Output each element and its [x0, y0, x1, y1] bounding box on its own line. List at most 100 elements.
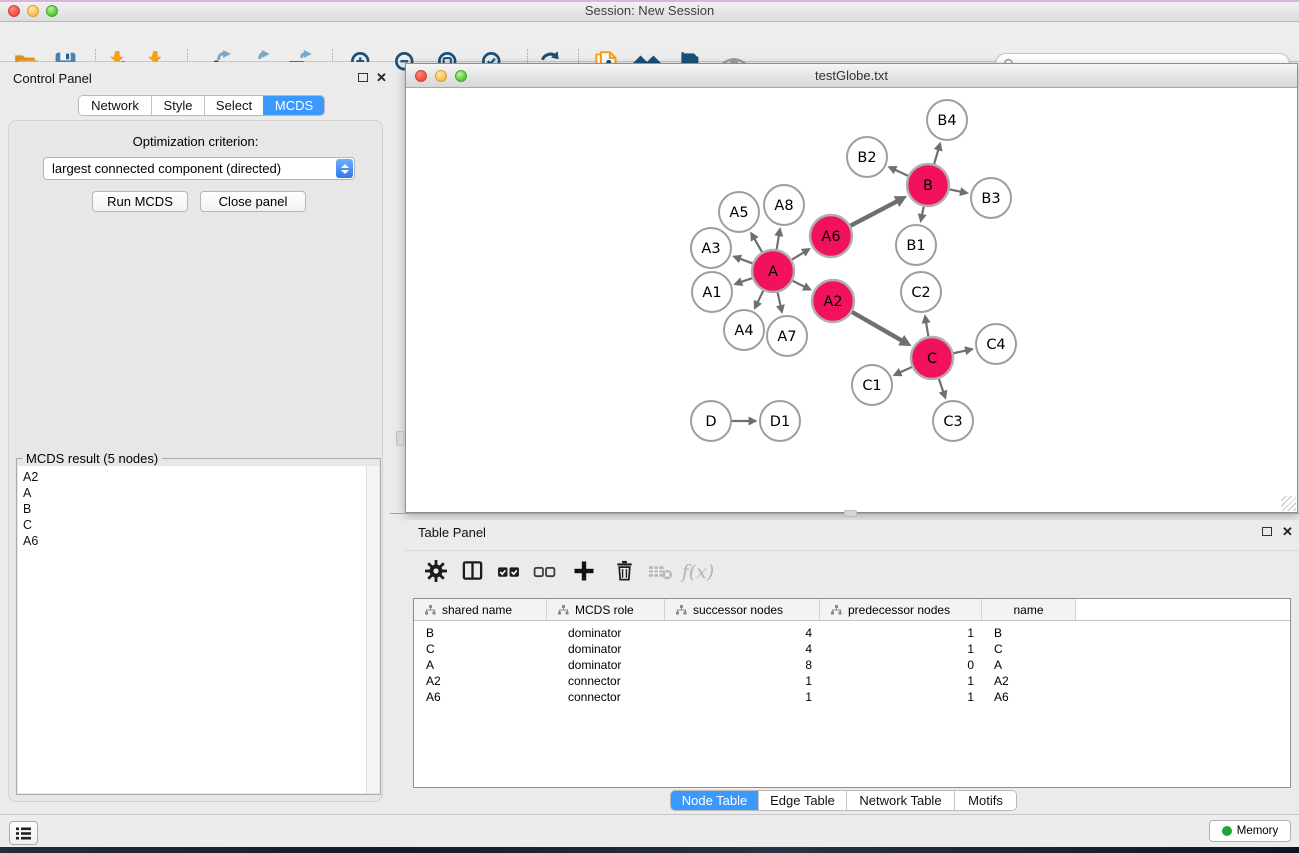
column-header-successor-nodes[interactable]: successor nodes — [665, 599, 820, 620]
edge-A-A1[interactable] — [741, 278, 753, 282]
node-C3[interactable]: C3 — [933, 401, 973, 441]
result-item-c[interactable]: C — [18, 517, 379, 533]
table-row[interactable]: A2connector11A2 — [414, 673, 1290, 689]
close-panel-button[interactable]: Close panel — [200, 191, 306, 212]
node-A3[interactable]: A3 — [691, 228, 731, 268]
table-row[interactable]: Cdominator41C — [414, 641, 1290, 657]
edge-A-A4[interactable] — [758, 290, 764, 302]
minimize-window-button[interactable] — [27, 5, 39, 17]
table-row[interactable]: Adominator80A — [414, 657, 1290, 673]
node-A5[interactable]: A5 — [719, 192, 759, 232]
node-A4[interactable]: A4 — [724, 310, 764, 350]
node-B4[interactable]: B4 — [927, 100, 967, 140]
node-A1[interactable]: A1 — [692, 272, 732, 312]
node-C2[interactable]: C2 — [901, 272, 941, 312]
node-A[interactable]: A — [752, 250, 794, 292]
tab-edge-table[interactable]: Edge Table — [758, 791, 846, 810]
edge-C-C3[interactable] — [939, 378, 944, 392]
column-panel-button[interactable] — [459, 559, 485, 585]
table-toolbar: f(x) — [405, 550, 1299, 592]
node-B[interactable]: B — [907, 164, 949, 206]
edge-A6-B[interactable] — [850, 201, 897, 226]
mcds-result-list[interactable]: A2ABCA6 — [18, 466, 379, 793]
node-table[interactable]: shared nameMCDS rolesuccessor nodesprede… — [413, 598, 1291, 788]
node-B2[interactable]: B2 — [847, 137, 887, 177]
node-C[interactable]: C — [911, 337, 953, 379]
tab-network[interactable]: Network — [79, 96, 151, 115]
vertical-divider-handle[interactable] — [396, 431, 404, 446]
tab-network-table[interactable]: Network Table — [846, 791, 954, 810]
node-A8[interactable]: A8 — [764, 185, 804, 225]
optimization-criterion-select[interactable]: largest connected component (directed) — [43, 157, 355, 180]
add-column-button[interactable] — [571, 559, 597, 585]
table-row[interactable]: A6connector11A6 — [414, 689, 1290, 705]
column-header-MCDS-role[interactable]: MCDS role — [547, 599, 665, 620]
tab-mcds[interactable]: MCDS — [263, 96, 324, 115]
control-panel-float-button[interactable] — [358, 73, 368, 82]
node-B1[interactable]: B1 — [896, 225, 936, 265]
node-label-B3: B3 — [981, 191, 1000, 207]
tab-select[interactable]: Select — [204, 96, 263, 115]
node-label-A7: A7 — [777, 329, 796, 345]
node-B3[interactable]: B3 — [971, 178, 1011, 218]
delete-table-button[interactable] — [647, 559, 673, 585]
node-C4[interactable]: C4 — [976, 324, 1016, 364]
network-close-button[interactable] — [415, 70, 427, 82]
result-item-a2[interactable]: A2 — [18, 469, 379, 485]
edge-C-C1[interactable] — [900, 367, 913, 373]
edge-A-A6[interactable] — [791, 253, 804, 261]
tab-node-table[interactable]: Node Table — [671, 791, 758, 810]
edge-A2-C[interactable] — [851, 312, 902, 341]
edge-A-A3[interactable] — [740, 259, 753, 264]
column-header-name[interactable]: name — [982, 599, 1076, 620]
select-all-button[interactable] — [495, 559, 521, 585]
result-item-a[interactable]: A — [18, 485, 379, 501]
cell-successor-nodes: 4 — [665, 626, 820, 640]
tab-motifs[interactable]: Motifs — [954, 791, 1016, 810]
column-header-shared-name[interactable]: shared name — [414, 599, 547, 620]
result-list-scrollbar[interactable] — [366, 466, 379, 793]
horizontal-divider-handle[interactable] — [844, 510, 857, 517]
apply-function-button[interactable]: f(x) — [681, 559, 715, 585]
edge-A-A2[interactable] — [792, 280, 805, 286]
result-item-b[interactable]: B — [18, 501, 379, 517]
result-item-a6[interactable]: A6 — [18, 533, 379, 549]
edge-C-C4[interactable] — [953, 351, 966, 354]
edge-B-B4[interactable] — [934, 150, 938, 165]
deselect-all-button[interactable] — [531, 559, 557, 585]
table-row[interactable]: Bdominator41B — [414, 625, 1290, 641]
node-C1[interactable]: C1 — [852, 365, 892, 405]
node-D[interactable]: D — [691, 401, 731, 441]
run-mcds-button[interactable]: Run MCDS — [92, 191, 188, 212]
network-window-titlebar[interactable]: testGlobe.txt — [406, 64, 1297, 88]
edge-A-A7[interactable] — [777, 292, 780, 306]
edge-B-B3[interactable] — [949, 189, 961, 192]
network-maximize-button[interactable] — [455, 70, 467, 82]
table-panel-close-button[interactable]: ✕ — [1282, 527, 1293, 537]
network-canvas[interactable]: A A1 A2 A3 A4 A5 A6 A7 A8 B B1 B2 B3 B4 C C1 C2 C3C4 D D1 — [406, 88, 1297, 512]
edge-B-B2[interactable] — [895, 170, 909, 176]
table-panel-float-button[interactable] — [1262, 527, 1272, 536]
maximize-window-button[interactable] — [46, 5, 58, 17]
edge-B-B1[interactable] — [922, 206, 924, 215]
node-A7[interactable]: A7 — [767, 316, 807, 356]
edge-A-A8[interactable] — [777, 236, 779, 251]
table-settings-button[interactable] — [423, 559, 449, 585]
edge-C-C2[interactable] — [926, 323, 928, 338]
task-history-button[interactable] — [9, 821, 38, 845]
network-minimize-button[interactable] — [435, 70, 447, 82]
edge-A-A5[interactable] — [755, 239, 763, 253]
cell-predecessor-nodes: 1 — [820, 626, 982, 640]
close-window-button[interactable] — [8, 5, 20, 17]
node-A6[interactable]: A6 — [810, 215, 852, 257]
window-resize-grip[interactable] — [1281, 496, 1296, 511]
memory-button[interactable]: Memory — [1209, 820, 1291, 842]
network-window-title: testGlobe.txt — [406, 64, 1297, 87]
column-header-predecessor-nodes[interactable]: predecessor nodes — [820, 599, 982, 620]
delete-column-button[interactable] — [611, 559, 637, 585]
tab-style[interactable]: Style — [151, 96, 204, 115]
control-panel-close-button[interactable]: ✕ — [376, 73, 387, 83]
node-A2[interactable]: A2 — [812, 280, 854, 322]
node-D1[interactable]: D1 — [760, 401, 800, 441]
cell-predecessor-nodes: 1 — [820, 674, 982, 688]
